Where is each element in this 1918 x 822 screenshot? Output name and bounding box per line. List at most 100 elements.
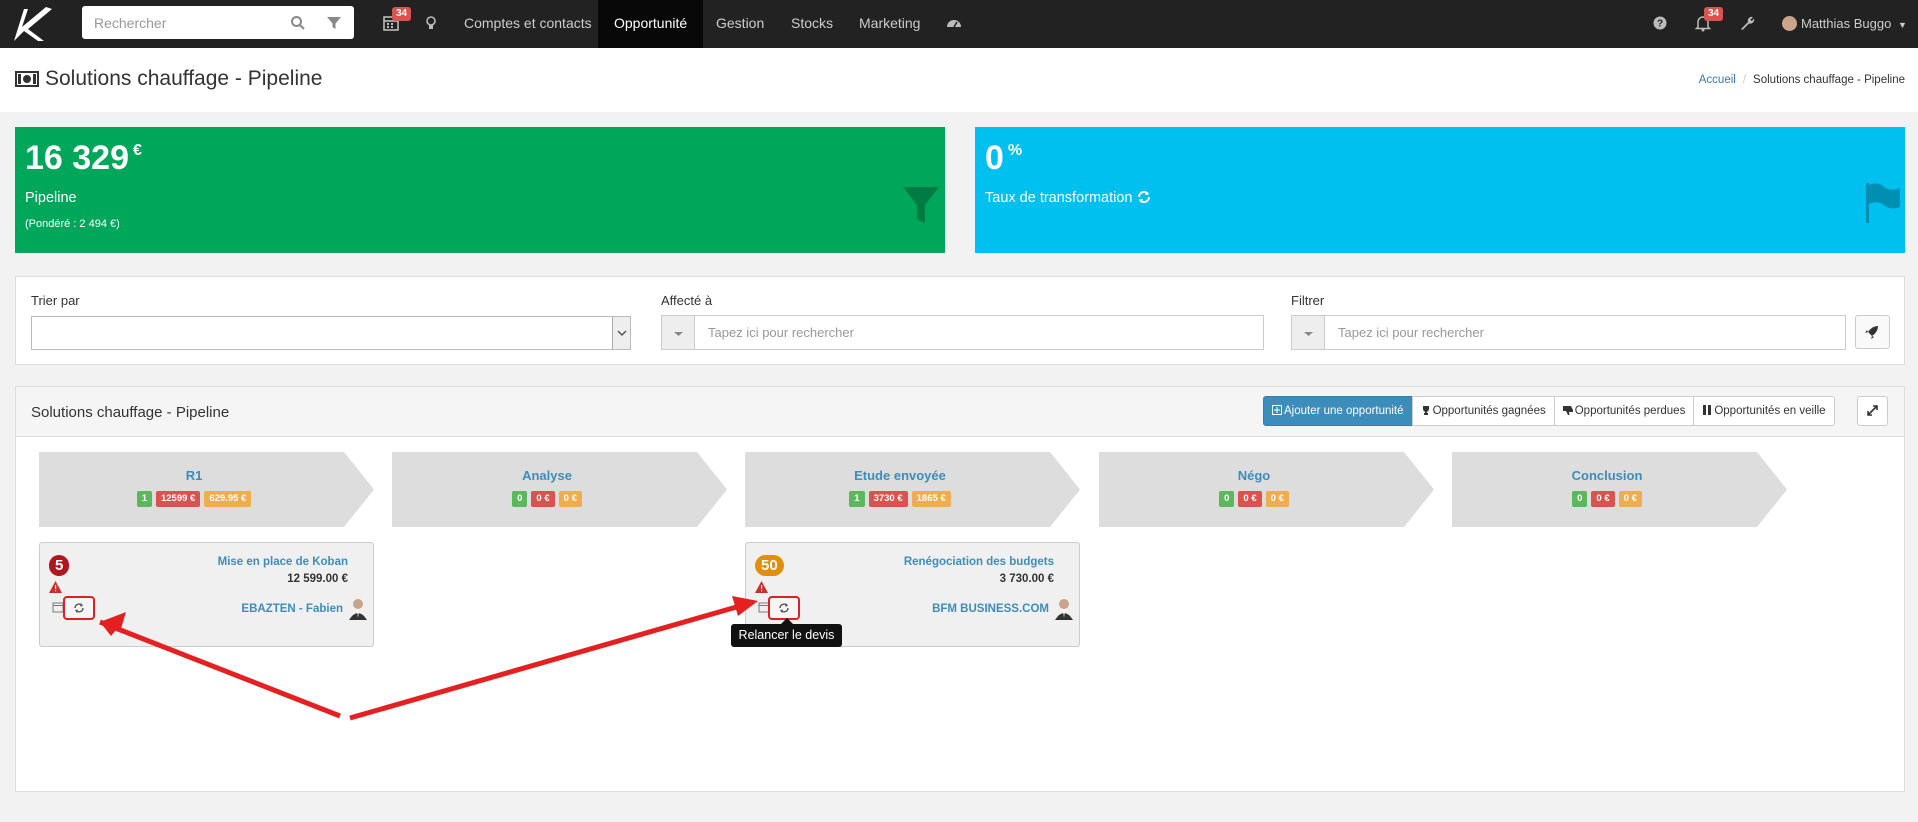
pipeline-label: Pipeline <box>25 190 77 206</box>
opportunity-company[interactable]: EBAZTEN - Fabien <box>241 603 343 615</box>
add-opportunity-button[interactable]: Ajouter une opportunité <box>1263 396 1413 426</box>
stage-nego[interactable]: Négo 00 €0 € <box>1099 452 1434 527</box>
stage-count-badge: 0 <box>1572 491 1588 507</box>
stage-conclusion[interactable]: Conclusion 00 €0 € <box>1452 452 1787 527</box>
owner-avatar <box>349 599 367 620</box>
stage-count-badge: 0 <box>512 491 528 507</box>
stage-amount-badge: 0 € <box>531 491 555 507</box>
stage-weighted-badge: 0 € <box>1265 491 1289 507</box>
koban-logo[interactable] <box>10 5 56 43</box>
stage-name: Analyse <box>522 468 572 483</box>
global-search-input[interactable] <box>82 6 282 39</box>
transformation-label: Taux de transformation <box>985 190 1151 206</box>
expand-icon <box>1867 405 1878 416</box>
calendar-badge: 34 <box>392 7 412 21</box>
wrench-icon[interactable] <box>1738 14 1756 32</box>
stage-badges: 00 €0 € <box>1452 491 1762 507</box>
warning-icon <box>49 581 62 593</box>
dashboard-icon[interactable] <box>945 14 963 32</box>
opportunity-title[interactable]: Mise en place de Koban <box>218 556 348 568</box>
breadcrumb: Accueil / Solutions chauffage - Pipeline <box>1698 74 1905 86</box>
relaunch-tooltip: Relancer le devis <box>731 624 842 647</box>
filter-search-input[interactable] <box>1326 316 1841 349</box>
stage-weighted-badge: 0 € <box>558 491 582 507</box>
stage-name: Conclusion <box>1571 468 1643 483</box>
filter-dropdown-toggle[interactable] <box>1292 316 1325 349</box>
pipeline-stat-box: 16 329 € Pipeline (Pondéré : 2 494 €) <box>15 127 945 253</box>
filter-panel: Trier par Affecté à Filtrer <box>15 276 1905 365</box>
stage-name: Négo <box>1237 468 1271 483</box>
help-icon[interactable]: ? <box>1651 14 1669 32</box>
nav-marketing[interactable]: Marketing <box>843 0 936 48</box>
user-menu[interactable]: Matthias Buggo ▼ <box>1782 0 1907 48</box>
transformation-stat-box: 0% Taux de transformation <box>975 127 1905 253</box>
money-icon <box>15 71 39 87</box>
search-icon[interactable] <box>290 15 306 31</box>
stage-weighted-badge: 629.95 € <box>204 491 252 507</box>
relaunch-quote-button[interactable] <box>63 596 95 620</box>
plus-square-icon <box>1272 405 1282 415</box>
stage-name: R1 <box>185 468 203 483</box>
user-avatar <box>1782 16 1797 31</box>
transformation-value: 0% <box>985 139 1023 177</box>
standby-opportunities-button[interactable]: Opportunités en veille <box>1693 396 1835 426</box>
pause-icon <box>1703 405 1712 415</box>
refresh-icon <box>74 603 84 613</box>
stage-badges: 00 €0 € <box>1099 491 1409 507</box>
nav-opportunite[interactable]: Opportunité <box>598 0 704 48</box>
notifications-badge: 34 <box>1704 7 1724 21</box>
stage-etude-envoyee[interactable]: Etude envoyée 1 3730 €1865 € <box>745 452 1080 527</box>
opportunity-amount: 12 599.00 € <box>287 573 348 585</box>
pipeline-panel-header: Solutions chauffage - Pipeline Ajouter u… <box>16 387 1904 437</box>
nav-comptes-contacts[interactable]: Comptes et contacts <box>448 0 608 48</box>
stage-weighted-badge: 0 € <box>1618 491 1642 507</box>
pipeline-title: Solutions chauffage - Pipeline <box>31 404 230 421</box>
assigned-search-input[interactable] <box>696 316 1256 349</box>
stage-badges: 1 12599 €629.95 € <box>39 491 349 507</box>
apply-filter-button[interactable] <box>1855 315 1890 349</box>
refresh-icon <box>779 603 789 613</box>
pipeline-actions: Ajouter une opportunité Opportunités gag… <box>1263 396 1835 426</box>
stage-amount-badge: 3730 € <box>868 491 908 507</box>
filter-label: Filtrer <box>1291 293 1325 308</box>
lightbulb-icon[interactable] <box>422 14 440 32</box>
filter-input-group <box>1291 315 1846 350</box>
caret-down-icon: ▼ <box>1897 20 1907 30</box>
expand-button[interactable] <box>1857 396 1888 426</box>
pipeline-weighted: (Pondéré : 2 494 €) <box>25 218 120 230</box>
opportunity-amount: 3 730.00 € <box>999 573 1054 585</box>
lost-opportunities-button[interactable]: Opportunités perdues <box>1553 396 1695 426</box>
warning-icon <box>755 581 768 593</box>
stage-amount-badge: 12599 € <box>155 491 201 507</box>
trophy-icon <box>1422 406 1429 415</box>
stage-r1[interactable]: R1 1 12599 €629.95 € <box>39 452 374 527</box>
assigned-dropdown-toggle[interactable] <box>662 316 695 349</box>
select-arrow <box>612 317 630 349</box>
top-navbar: 34 Comptes et contacts Opportunité Gesti… <box>0 0 1918 48</box>
nav-gestion[interactable]: Gestion <box>700 0 780 48</box>
flag-icon <box>1866 183 1900 223</box>
funnel-icon <box>903 187 939 223</box>
stage-count-badge: 1 <box>136 491 152 507</box>
filter-icon[interactable] <box>326 15 342 31</box>
refresh-icon[interactable] <box>1137 190 1151 204</box>
stage-analyse[interactable]: Analyse 00 €0 € <box>392 452 727 527</box>
opportunity-company[interactable]: BFM BUSINESS.COM <box>932 603 1049 615</box>
nav-stocks[interactable]: Stocks <box>775 0 849 48</box>
sort-label: Trier par <box>31 293 80 308</box>
pipeline-value: 16 329 € <box>25 139 142 177</box>
page-title: Solutions chauffage - Pipeline <box>45 67 323 90</box>
stage-badges: 1 3730 €1865 € <box>745 491 1055 507</box>
won-opportunities-button[interactable]: Opportunités gagnées <box>1411 396 1555 426</box>
opportunity-card[interactable]: 5 Mise en place de Koban 12 599.00 € EBA… <box>39 542 374 647</box>
breadcrumb-home[interactable]: Accueil <box>1699 74 1736 86</box>
stage-count-badge: 1 <box>849 491 865 507</box>
opportunity-title[interactable]: Renégociation des budgets <box>904 556 1054 568</box>
global-search <box>82 6 354 39</box>
stage-name: Etude envoyée <box>854 468 946 483</box>
score-badge: 5 <box>49 555 70 576</box>
relaunch-quote-button[interactable] <box>768 596 800 620</box>
score-badge: 50 <box>755 555 784 576</box>
thumbs-down-icon <box>1562 406 1573 415</box>
sort-select[interactable] <box>31 316 631 350</box>
